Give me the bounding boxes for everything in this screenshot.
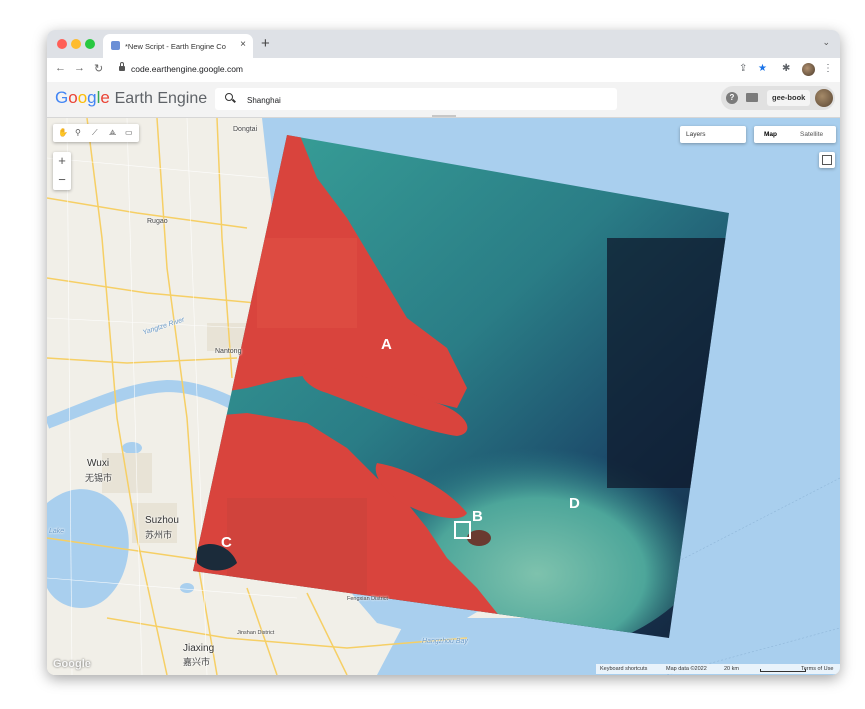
water-label: Lake: [49, 528, 65, 535]
map-type-map-button[interactable]: Map: [764, 131, 777, 138]
tab-strip: *New Script - Earth Engine Co × + ⌄: [47, 30, 840, 58]
place-label: Jinshan District: [237, 630, 275, 636]
place-label: Wuxi: [87, 458, 110, 469]
map-type-toggle: Map Satellite: [754, 126, 836, 143]
keyboard-shortcuts-link[interactable]: Keyboard shortcuts: [600, 666, 647, 672]
logo-letter: g: [87, 88, 97, 107]
drawing-tools: ✋ ⚲ ⟋ ⟁ ▭: [53, 124, 139, 142]
point-marker-icon[interactable]: ⚲: [75, 128, 81, 137]
water-label: Hangzhou Bay: [422, 638, 468, 645]
help-icon[interactable]: ?: [726, 92, 738, 104]
place-label: Fengxian District: [347, 596, 388, 602]
region-label-c: C: [221, 534, 232, 551]
url-field[interactable]: code.earthengine.google.com: [131, 64, 243, 74]
logo-letter: o: [77, 88, 88, 107]
search-icon: [225, 93, 233, 101]
region-label-a: A: [381, 336, 392, 353]
maximize-window-button[interactable]: [85, 39, 95, 49]
minimize-window-button[interactable]: [71, 39, 81, 49]
browser-menu-icon[interactable]: ⋮: [823, 63, 833, 74]
attribution-text: Map data ©2022: [666, 666, 707, 672]
lake-shape: [180, 583, 194, 593]
search-input[interactable]: [245, 91, 609, 109]
avatar[interactable]: [815, 89, 833, 107]
map-type-satellite-button[interactable]: Satellite: [800, 131, 823, 138]
address-bar: ← → ↻ code.earthengine.google.com ⇪ ★ ✱ …: [47, 58, 840, 83]
zoom-control: + −: [53, 152, 71, 190]
logo-letter: e: [100, 88, 110, 107]
tab-close-icon[interactable]: ×: [240, 39, 246, 50]
place-label-chinese: 无锡市: [85, 473, 113, 483]
place-label: Rugao: [147, 218, 168, 225]
panel-resize-handle[interactable]: [432, 115, 456, 117]
back-button[interactable]: ←: [55, 62, 66, 74]
profile-avatar[interactable]: [802, 63, 815, 76]
google-watermark: Google: [53, 658, 91, 670]
forward-button[interactable]: →: [74, 62, 85, 74]
logo-product-name: Earth Engine: [114, 90, 208, 107]
place-label: Dongtai: [233, 126, 258, 133]
feedback-icon[interactable]: [746, 93, 758, 102]
map-footer: Keyboard shortcuts Map data ©2022 20 km …: [596, 664, 840, 674]
earth-engine-favicon-icon: [111, 41, 120, 50]
rectangle-draw-icon[interactable]: ▭: [125, 128, 133, 137]
earth-engine-logo[interactable]: Google Earth Engine: [55, 88, 207, 108]
line-draw-icon[interactable]: ⟋: [92, 128, 98, 138]
scale-label: 20 km: [724, 666, 739, 672]
terms-link[interactable]: Terms of Use: [801, 666, 833, 672]
tab-search-icon[interactable]: ⌄: [822, 37, 830, 48]
field-texture: [257, 238, 357, 328]
pan-hand-icon[interactable]: ✋: [58, 128, 68, 137]
extensions-icon[interactable]: ✱: [782, 63, 790, 74]
highlight-box: [454, 521, 471, 539]
fullscreen-button[interactable]: [819, 152, 835, 168]
close-window-button[interactable]: [57, 39, 67, 49]
user-label[interactable]: gee-book: [767, 90, 811, 106]
region-label-b: B: [472, 508, 483, 525]
layers-dropdown[interactable]: Layers: [680, 126, 746, 143]
share-icon[interactable]: ⇪: [739, 63, 747, 74]
tab-title: *New Script - Earth Engine Co: [125, 42, 226, 51]
place-label-chinese: 嘉兴市: [183, 657, 211, 667]
place-label: Nantong: [215, 348, 242, 355]
place-search-box[interactable]: [215, 88, 617, 110]
lake-shape: [122, 442, 142, 454]
place-label-chinese: 苏州市: [145, 530, 173, 540]
place-label: Suzhou: [145, 515, 179, 526]
bookmark-star-icon[interactable]: ★: [758, 63, 767, 74]
logo-letter: G: [55, 88, 69, 107]
zoom-out-button[interactable]: −: [53, 171, 71, 190]
lock-icon: [119, 62, 125, 71]
map-svg: [47, 118, 840, 675]
place-label: Jiaxing: [183, 643, 215, 654]
browser-window: *New Script - Earth Engine Co × + ⌄ ← → …: [47, 30, 840, 675]
new-tab-button[interactable]: +: [261, 35, 270, 52]
region-label-d: D: [569, 495, 580, 512]
scale-bar: [760, 669, 806, 672]
fullscreen-icon: [827, 160, 832, 165]
zoom-in-button[interactable]: +: [53, 152, 71, 171]
earth-engine-header: Google Earth Engine ? gee-book: [47, 82, 840, 118]
browser-tab[interactable]: *New Script - Earth Engine Co ×: [103, 34, 253, 58]
account-area: ? gee-book: [721, 86, 835, 110]
logo-letter: o: [68, 88, 78, 107]
reload-button[interactable]: ↻: [94, 62, 103, 75]
polygon-draw-icon[interactable]: ⟁: [109, 128, 116, 138]
map-canvas[interactable]: Wuxi 无锡市 Suzhou 苏州市 Jiaxing 嘉兴市 Nantong …: [47, 118, 840, 675]
